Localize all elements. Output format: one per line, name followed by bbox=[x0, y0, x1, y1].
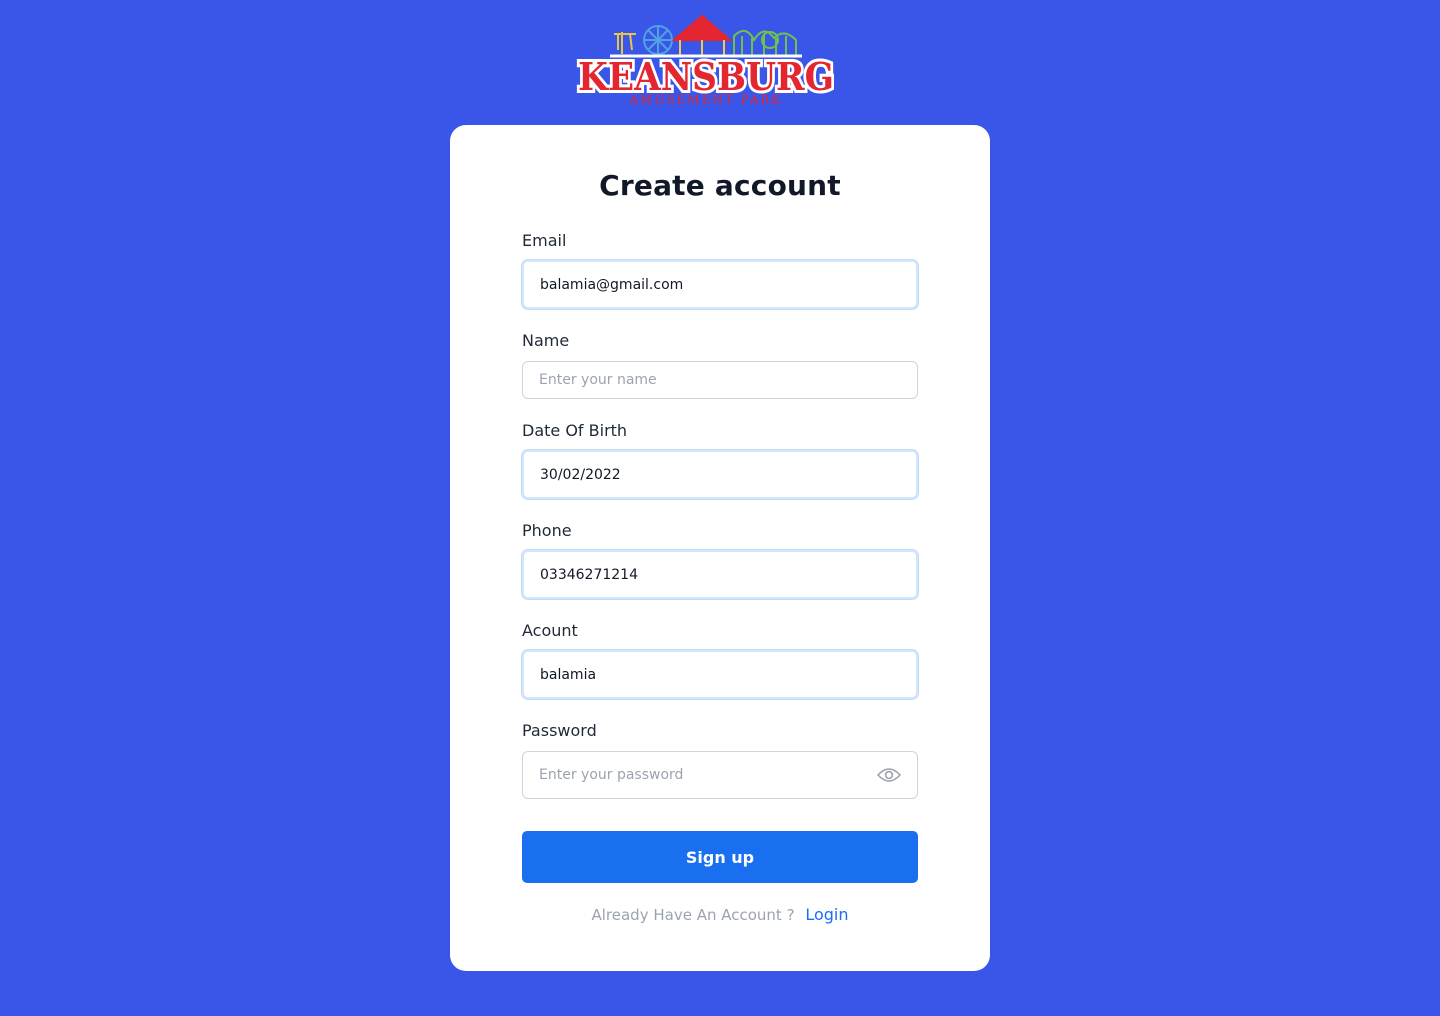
page-title: Create account bbox=[599, 169, 841, 202]
dob-label: Date Of Birth bbox=[522, 421, 628, 440]
account-label: Acount bbox=[522, 621, 578, 640]
phone-value: 03346271214 bbox=[540, 566, 638, 583]
dob-value: 30/02/2022 bbox=[540, 466, 621, 483]
login-link[interactable]: Login bbox=[805, 905, 848, 924]
keansburg-logo: KEANSBURG AMUSEMENT PARK bbox=[574, 10, 838, 112]
account-field[interactable]: balamia bbox=[522, 650, 918, 699]
login-prompt: Already Have An Account ? Login bbox=[450, 905, 990, 924]
name-field[interactable]: Enter your name bbox=[522, 361, 918, 399]
email-value: balamia@gmail.com bbox=[540, 276, 684, 293]
password-label: Password bbox=[522, 721, 597, 740]
email-field[interactable]: balamia@gmail.com bbox=[522, 260, 918, 309]
logo-subtitle: AMUSEMENT PARK bbox=[628, 93, 782, 107]
name-label: Name bbox=[522, 331, 570, 350]
phone-field[interactable]: 03346271214 bbox=[522, 550, 918, 599]
signup-button[interactable]: Sign up bbox=[522, 831, 918, 883]
password-field[interactable]: Enter your password bbox=[522, 751, 918, 799]
already-have-account-text: Already Have An Account ? bbox=[591, 906, 795, 924]
name-placeholder: Enter your name bbox=[539, 372, 657, 388]
eye-icon[interactable] bbox=[876, 767, 902, 783]
signup-card: Create account Email balamia@gmail.com N… bbox=[450, 125, 990, 971]
account-value: balamia bbox=[540, 666, 597, 683]
dob-field[interactable]: 30/02/2022 bbox=[522, 450, 918, 499]
password-placeholder: Enter your password bbox=[539, 767, 684, 783]
email-label: Email bbox=[522, 231, 567, 250]
phone-label: Phone bbox=[522, 521, 572, 540]
